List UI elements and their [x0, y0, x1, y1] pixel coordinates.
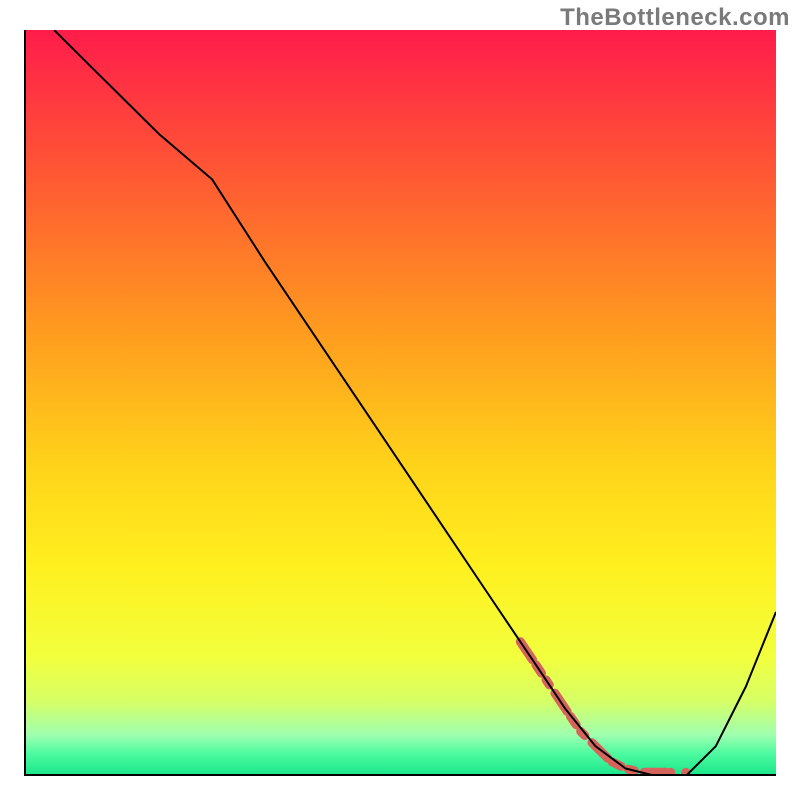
plot-area	[24, 30, 776, 776]
plot-svg	[24, 30, 776, 776]
x-axis	[24, 774, 776, 776]
gradient-background	[24, 30, 776, 776]
watermark-text: TheBottleneck.com	[560, 4, 790, 32]
chart-stage: TheBottleneck.com	[0, 0, 800, 800]
y-axis	[24, 30, 26, 776]
